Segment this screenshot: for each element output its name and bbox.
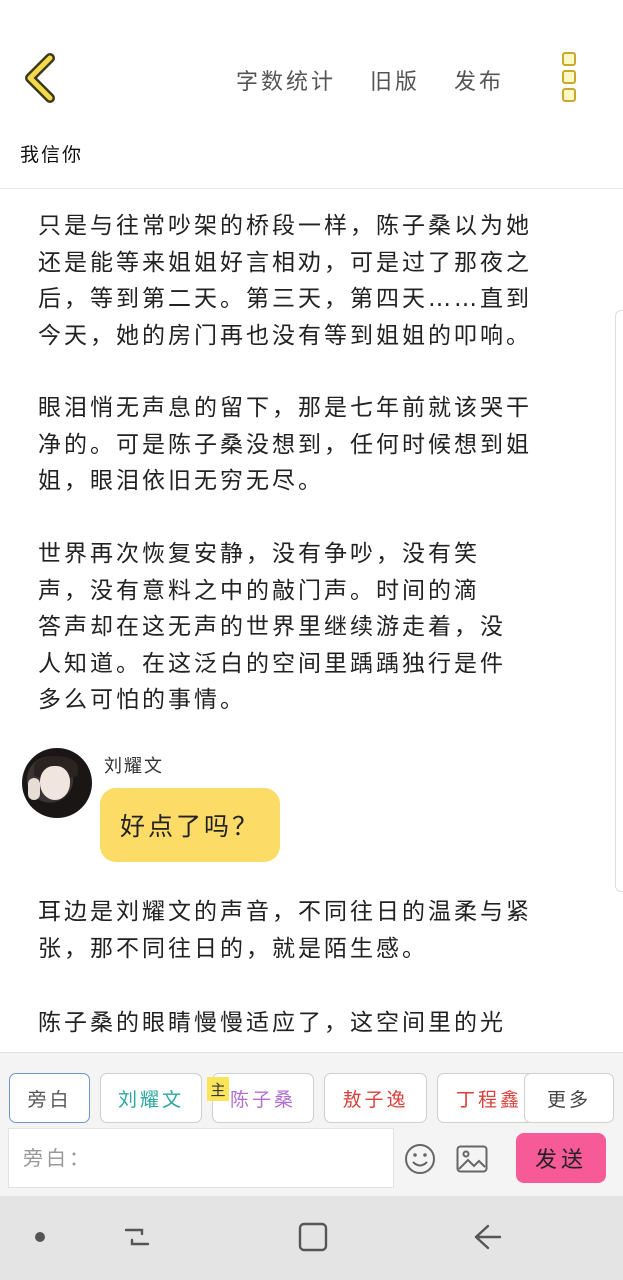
narration-paragraph: 眼泪悄无声息的留下，那是七年前就该哭干 净的。可是陈子桑没想到，任何时候想到姐 … [38,390,532,500]
text-line: 耳边是刘耀文的声音，不同往日的温柔与紧 [38,899,532,925]
avatar-face [40,766,70,800]
character-liu-yaowen[interactable]: 刘耀文 [100,1073,202,1123]
text-line: 张，那不同往日的，就是陌生感。 [38,935,428,962]
avatar-hand [28,778,40,800]
word-count-button[interactable]: 字数统计 [236,64,336,96]
top-bar: 字数统计 旧版 发布 [0,0,623,130]
story-content[interactable]: 只是与往常吵架的桥段一样，陈子桑以为她 还是能等来姐姐好言相劝，可是过了那夜之 … [0,190,623,1052]
text-line: 眼泪悄无声息的留下，那是七年前就该哭干 [38,395,532,421]
more-dot [562,88,576,102]
avatar[interactable] [22,748,92,818]
narration-paragraph: 世界再次恢复安静，没有争吵，没有笑 声，没有意料之中的敲门声。时间的滴 答声却在… [38,536,506,719]
character-bar: 旁白 刘耀文 陈子桑 敖子逸 丁程鑫 更多 [0,1073,623,1125]
narration-paragraph: 陈子桑的眼睛慢慢适应了，这空间里的光 [38,1005,506,1042]
home-icon[interactable] [296,1220,330,1254]
text-line: 今天，她的房门再也没有等到姐姐的叩响。 [38,322,532,349]
message-input-box[interactable] [8,1128,394,1188]
input-panel: 旁白 刘耀文 陈子桑 敖子逸 丁程鑫 更多 主 发送 [0,1052,623,1197]
text-line: 还是能等来姐姐好言相劝，可是过了那夜之 [38,249,532,276]
old-version-button[interactable]: 旧版 [370,64,420,96]
recent-apps-icon[interactable] [120,1220,154,1254]
text-line: 只是与往常吵架的桥段一样，陈子桑以为她 [38,213,532,239]
text-line: 净的。可是陈子桑没想到，任何时候想到姐 [38,431,532,458]
message-bubble[interactable]: 好点了吗？ [100,788,280,862]
more-dot [562,70,576,84]
narration-paragraph: 耳边是刘耀文的声音，不同往日的温柔与紧 张，那不同往日的，就是陌生感。 [38,894,532,967]
nav-dot-icon[interactable] [35,1232,45,1242]
narration-paragraph: 只是与往常吵架的桥段一样，陈子桑以为她 还是能等来姐姐好言相劝，可是过了那夜之 … [38,208,532,354]
more-dot [562,52,576,66]
character-ao-ziyi[interactable]: 敖子逸 [324,1073,427,1123]
character-narrator[interactable]: 旁白 [9,1073,90,1123]
message-input[interactable] [9,1129,393,1187]
send-button[interactable]: 发送 [516,1133,606,1183]
message-sender: 刘耀文 [104,756,164,777]
text-line: 姐，眼泪依旧无穷无尽。 [38,468,324,494]
text-line: 人知道。在这泛白的空间里踽踽独行是件 [38,650,506,677]
more-menu-icon[interactable] [562,52,584,104]
nav-back-icon[interactable] [470,1220,504,1254]
text-line: 陈子桑的眼睛慢慢适应了，这空间里的光 [38,1010,506,1036]
divider [0,188,623,189]
more-characters-button[interactable]: 更多 [524,1073,614,1123]
text-line: 后，等到第二天。第三天，第四天……直到 [38,286,532,312]
image-icon[interactable] [456,1145,488,1173]
text-line: 世界再次恢复安静，没有争吵，没有笑 [38,541,480,567]
back-icon[interactable] [20,52,68,104]
top-actions: 字数统计 旧版 发布 [236,64,504,96]
text-line: 声，没有意料之中的敲门声。时间的滴 [38,577,480,604]
scroll-handle[interactable] [615,310,623,892]
text-line: 答声却在这无声的世界里继续游走着，没 [38,614,506,640]
main-character-badge: 主 [207,1077,229,1101]
story-title[interactable]: 我信你 [20,140,83,167]
publish-button[interactable]: 发布 [454,64,504,96]
system-nav-bar [0,1196,623,1280]
emoji-icon[interactable] [404,1143,436,1175]
text-line: 多么可怕的事情。 [38,687,246,713]
